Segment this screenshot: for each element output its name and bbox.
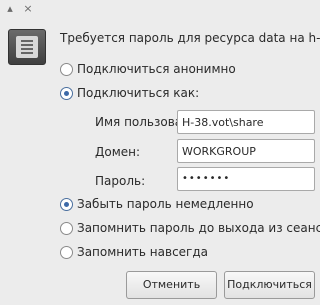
password-label: Пароль: xyxy=(95,174,146,188)
username-field[interactable] xyxy=(177,110,315,134)
password-field[interactable]: ••••••• xyxy=(177,167,315,191)
radio-remember-forever-control[interactable] xyxy=(60,246,73,259)
radio-remember-forever-label: Запомнить навсегда xyxy=(77,245,209,259)
dialog-title: Требуется пароль для ресурса data на h-3… xyxy=(60,31,320,45)
window-up-icon[interactable]: ▴ xyxy=(3,2,17,16)
window-titlebar: ▴ × xyxy=(0,0,320,20)
file-cabinet-icon xyxy=(8,29,46,65)
connect-button[interactable]: Подключиться xyxy=(224,271,315,299)
password-value: ••••••• xyxy=(182,173,231,184)
radio-connect-anonymous-label: Подключиться анонимно xyxy=(77,62,236,76)
cancel-button[interactable]: Отменить xyxy=(126,271,217,299)
radio-connect-as-user-control[interactable] xyxy=(60,87,73,100)
radio-forget-password-control[interactable] xyxy=(60,198,73,211)
radio-connect-as-user-label: Подключиться как: xyxy=(77,86,200,100)
domain-field[interactable] xyxy=(177,139,315,163)
file-cabinet-icon-slots xyxy=(21,40,33,54)
radio-remember-until-logout-control[interactable] xyxy=(60,222,73,235)
window-close-icon[interactable]: × xyxy=(21,2,35,16)
radio-forget-password-label: Забыть пароль немедленно xyxy=(77,197,254,211)
radio-connect-anonymous-control[interactable] xyxy=(60,63,73,76)
domain-label: Домен: xyxy=(95,145,141,159)
radio-remember-until-logout-label: Запомнить пароль до выхода из сеанса xyxy=(77,221,320,235)
